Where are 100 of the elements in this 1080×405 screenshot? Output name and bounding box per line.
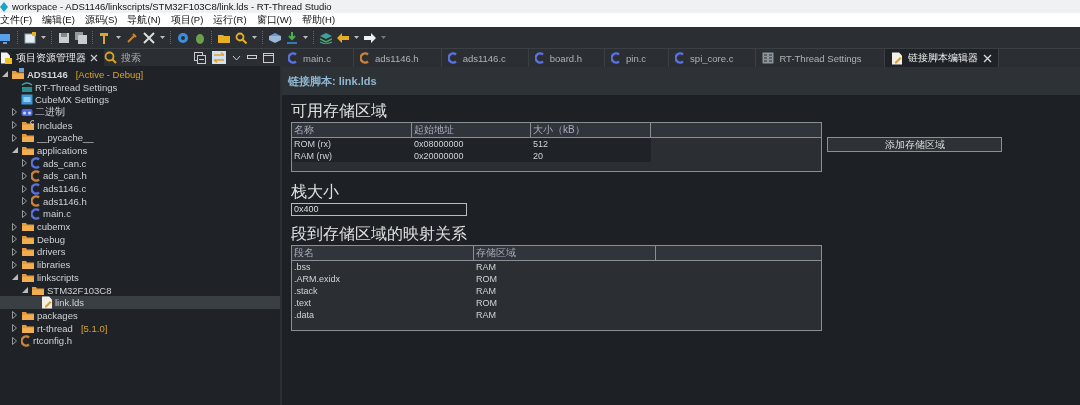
- collapsed-triangle-icon[interactable]: [12, 336, 17, 345]
- column-header[interactable]: 大小（kB）: [531, 123, 651, 137]
- column-header[interactable]: 名称: [292, 123, 412, 137]
- tree-item[interactable]: ads_can.c: [0, 156, 280, 170]
- editor-tab[interactable]: 链接脚本编辑器: [884, 49, 999, 67]
- collapsed-triangle-icon[interactable]: [12, 133, 17, 142]
- folder-icon: [21, 233, 35, 245]
- tree-item[interactable]: applications: [0, 144, 280, 157]
- expanded-triangle-icon[interactable]: [21, 287, 28, 294]
- collapsed-triangle-icon[interactable]: [12, 260, 17, 269]
- expanded-triangle-icon[interactable]: [11, 147, 18, 154]
- tree-item[interactable]: 二进制: [0, 106, 280, 119]
- collapsed-triangle-icon[interactable]: [12, 235, 17, 244]
- tree-item[interactable]: cubemx: [0, 220, 280, 233]
- monitor-icon[interactable]: [0, 31, 12, 44]
- tree-item-note: [5.1.0]: [80, 322, 108, 334]
- tree-item[interactable]: Includes: [0, 118, 280, 132]
- caret-icon[interactable]: [160, 36, 165, 39]
- tree-item[interactable]: ads1146.c: [0, 182, 280, 195]
- tree-item[interactable]: main.c: [0, 207, 280, 221]
- caret-icon[interactable]: [354, 36, 359, 39]
- menu-item[interactable]: 运行(R): [213, 13, 247, 27]
- collapsed-triangle-icon[interactable]: [22, 159, 27, 168]
- tree-item[interactable]: RT-Thread Settings: [0, 80, 280, 94]
- tree-item[interactable]: link.lds: [0, 296, 280, 310]
- back-arrow-icon[interactable]: [337, 31, 349, 44]
- tree-item[interactable]: rtconfig.h: [0, 334, 280, 348]
- c-file-icon: [31, 169, 41, 182]
- view-tab[interactable]: 搜索: [104, 49, 147, 66]
- forward-arrow-icon[interactable]: [364, 31, 376, 44]
- project-folder-icon: [11, 68, 25, 81]
- close-icon[interactable]: [90, 53, 98, 62]
- layers-icon[interactable]: [320, 31, 332, 44]
- caret-icon[interactable]: [116, 36, 121, 39]
- menu-item[interactable]: 窗口(W): [256, 13, 292, 27]
- collapsed-triangle-icon[interactable]: [22, 209, 27, 218]
- collapsed-triangle-icon[interactable]: [12, 311, 17, 320]
- collapsed-triangle-icon[interactable]: [12, 324, 17, 333]
- tree-item[interactable]: STM32F103C8: [0, 283, 280, 297]
- save-icon[interactable]: [58, 31, 70, 44]
- c-file-icon: [31, 157, 41, 170]
- maximize-icon[interactable]: [263, 52, 274, 63]
- search-icon[interactable]: [235, 31, 247, 44]
- tree-item[interactable]: CubeMX Settings: [0, 93, 280, 107]
- caret-icon[interactable]: [41, 36, 46, 39]
- collapsed-triangle-icon[interactable]: [12, 121, 17, 130]
- menu-item[interactable]: 编辑(E): [42, 13, 75, 27]
- c-file-icon: [31, 207, 41, 220]
- caret-icon[interactable]: [381, 36, 386, 39]
- tree-item[interactable]: rt-thread [5.1.0]: [0, 321, 280, 335]
- collapsed-triangle-icon[interactable]: [22, 184, 27, 193]
- collapse-all-icon[interactable]: [194, 51, 206, 64]
- menu-item[interactable]: 项目(P): [170, 13, 204, 27]
- tree-item[interactable]: ads_can.h: [0, 169, 280, 183]
- collapsed-triangle-icon[interactable]: [12, 108, 17, 117]
- menu-item[interactable]: 帮助(H): [301, 13, 336, 27]
- tree-item[interactable]: ads1146.h: [0, 194, 280, 208]
- grid-icon: [762, 52, 775, 64]
- column-header[interactable]: 存储区域: [474, 246, 656, 260]
- tree-item[interactable]: drivers: [0, 245, 280, 259]
- settings-icon[interactable]: [177, 31, 189, 44]
- tree-item[interactable]: packages: [0, 309, 280, 322]
- editor-header: 链接脚本: link.lds: [288, 73, 377, 89]
- view-tab[interactable]: 项目资源管理器: [0, 49, 104, 66]
- table-cell-text: .stack: [293, 285, 319, 297]
- download-icon[interactable]: [286, 31, 298, 44]
- table-cell-text: .bss: [293, 261, 312, 273]
- tree-item[interactable]: linkscripts: [0, 271, 280, 284]
- tree-item[interactable]: __pycache__: [0, 131, 280, 145]
- tree-item[interactable]: Debug: [0, 232, 280, 246]
- section-title: 栈大小: [291, 182, 340, 201]
- add-region-button[interactable]: 添加存储区域: [827, 137, 1002, 152]
- expanded-triangle-icon[interactable]: [1, 71, 8, 78]
- minimize-icon[interactable]: [247, 55, 257, 60]
- tree-item[interactable]: libraries: [0, 258, 280, 271]
- new-window-icon[interactable]: [24, 31, 36, 44]
- caret-icon[interactable]: [252, 36, 257, 39]
- collapsed-triangle-icon[interactable]: [12, 247, 17, 256]
- close-icon[interactable]: [982, 53, 992, 63]
- table-cell-text: .data: [293, 309, 316, 321]
- chevron-down-icon[interactable]: [232, 54, 241, 61]
- menu-item[interactable]: 文件(F): [0, 13, 33, 27]
- caret-icon[interactable]: [303, 36, 308, 39]
- section-title: 可用存储区域: [291, 101, 388, 120]
- collapsed-triangle-icon[interactable]: [12, 222, 17, 231]
- tree-item-note: [Active - Debug]: [75, 68, 144, 80]
- menu-item[interactable]: 源码(S): [84, 13, 118, 27]
- folder-icon: [21, 309, 35, 321]
- c-file-icon: [534, 52, 545, 64]
- wrench-icon[interactable]: [126, 31, 138, 44]
- tree-item[interactable]: ADS1146 [Active - Debug]: [0, 68, 280, 81]
- collapsed-triangle-icon[interactable]: [22, 197, 27, 206]
- save-all-icon[interactable]: [75, 31, 87, 44]
- collapsed-triangle-icon[interactable]: [22, 171, 27, 180]
- menu-item[interactable]: 导航(N): [127, 13, 161, 27]
- expanded-triangle-icon[interactable]: [11, 274, 18, 281]
- input-field[interactable]: 0x400: [291, 203, 467, 216]
- column-header[interactable]: 段名: [292, 246, 474, 260]
- column-header[interactable]: 起始地址: [412, 123, 531, 137]
- section-title: 段到存储区域的映射关系: [291, 224, 468, 243]
